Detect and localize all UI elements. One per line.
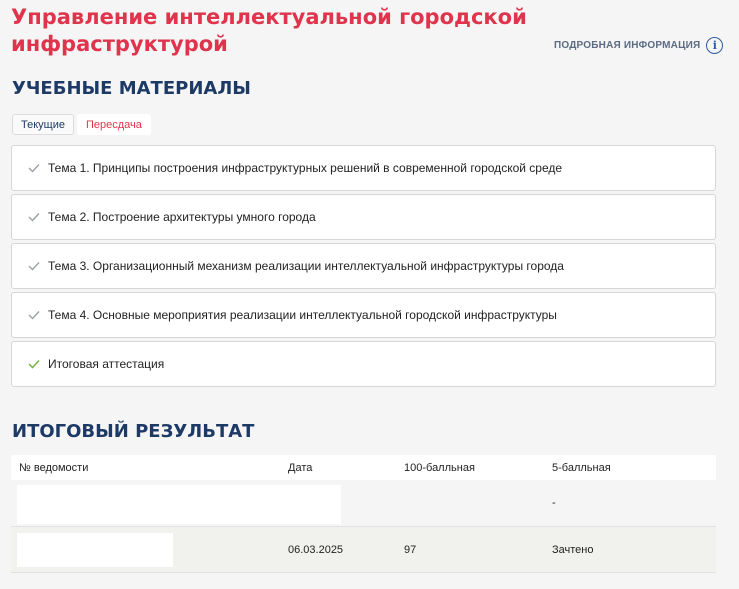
topic-label: Тема 4. Основные мероприятия реализации …: [48, 308, 557, 322]
materials-tabs: Текущие Пересдача: [12, 114, 151, 135]
checkmark-icon: [26, 160, 42, 176]
tab-retake[interactable]: Пересдача: [76, 114, 151, 135]
cell-score100: 97: [404, 543, 417, 556]
table-header: № ведомости Дата 100-балльная 5-балльная: [11, 455, 716, 480]
cell-score5: Зачтено: [552, 543, 594, 556]
table-row: 06.03.2025 97 Зачтено: [11, 527, 716, 573]
page-title: Управление интеллектуальной городской ин…: [11, 5, 527, 56]
col-header-date: Дата: [288, 461, 313, 474]
topic-label: Тема 1. Принципы построения инфраструкту…: [48, 161, 563, 175]
checkmark-icon: [26, 209, 42, 225]
cell-score5: -: [552, 497, 556, 509]
col-header-sheet: № ведомости: [19, 461, 89, 474]
topic-item-2[interactable]: Тема 2. Построение архитектуры умного го…: [11, 194, 716, 240]
result-table: № ведомости Дата 100-балльная 5-балльная…: [11, 455, 716, 573]
topic-item-3[interactable]: Тема 3. Организационный механизм реализа…: [11, 243, 716, 289]
tab-current[interactable]: Текущие: [12, 114, 74, 135]
topic-label: Итоговая аттестация: [48, 357, 165, 371]
redacted-area: [17, 485, 341, 524]
cell-sheet: [11, 480, 341, 526]
table-row: -: [11, 480, 716, 527]
topic-label: Тема 3. Организационный механизм реализа…: [48, 259, 564, 273]
topic-label: Тема 2. Построение архитектуры умного го…: [48, 210, 316, 224]
more-info-link[interactable]: ПОДРОБНАЯ ИНФОРМАЦИЯ i: [554, 37, 724, 54]
topic-item-1[interactable]: Тема 1. Принципы построения инфраструкту…: [11, 145, 716, 191]
col-header-score100: 100-балльная: [404, 461, 475, 474]
checkmark-icon: [26, 356, 42, 372]
col-header-score5: 5-балльная: [552, 461, 611, 474]
cell-date: 06.03.2025: [288, 543, 344, 556]
topic-item-final-attestation[interactable]: Итоговая аттестация: [11, 341, 716, 387]
checkmark-icon: [26, 307, 42, 323]
more-info-label: ПОДРОБНАЯ ИНФОРМАЦИЯ: [554, 40, 701, 51]
materials-section-title: УЧЕБНЫЕ МАТЕРИАЛЫ: [12, 78, 251, 99]
cell-sheet: [11, 527, 288, 572]
redacted-area: [17, 533, 173, 567]
topics-list: Тема 1. Принципы построения инфраструкту…: [11, 145, 716, 390]
checkmark-icon: [26, 258, 42, 274]
info-circle-icon[interactable]: i: [706, 37, 724, 54]
topic-item-4[interactable]: Тема 4. Основные мероприятия реализации …: [11, 292, 716, 338]
result-section-title: ИТОГОВЫЙ РЕЗУЛЬТАТ: [12, 421, 255, 442]
